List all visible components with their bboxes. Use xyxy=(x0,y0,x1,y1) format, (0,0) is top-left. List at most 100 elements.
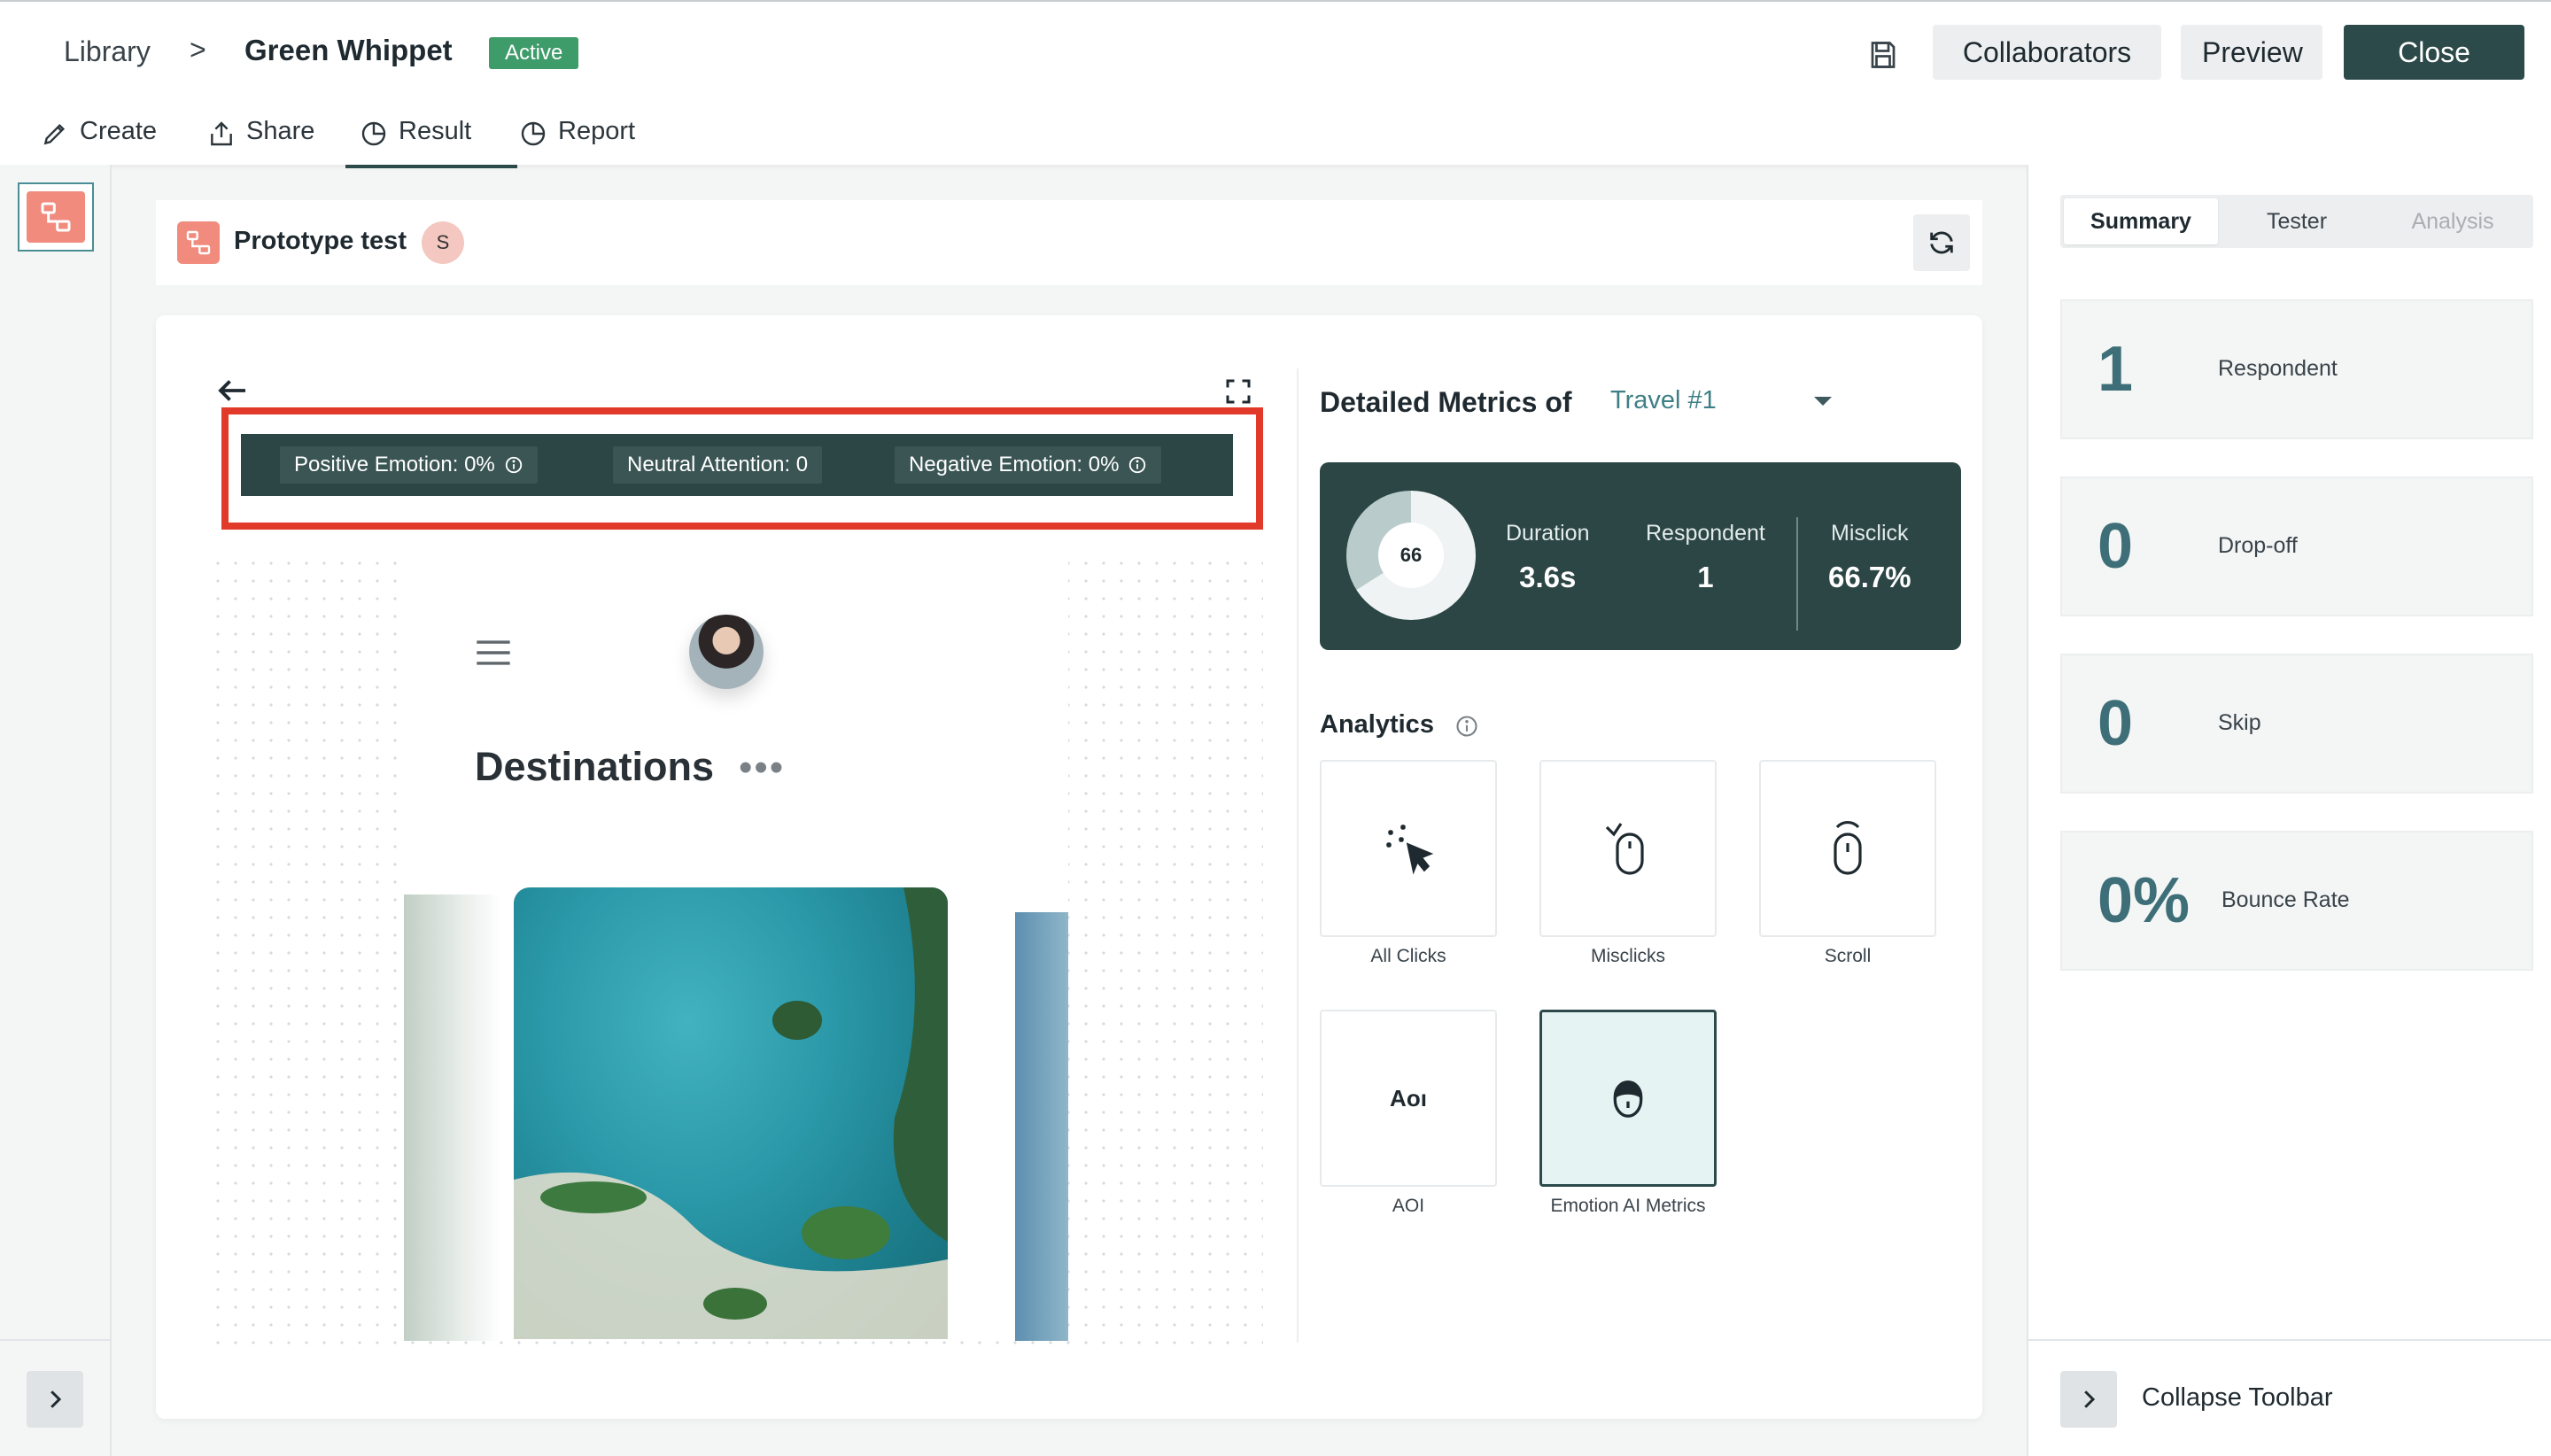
respondent-stat-card: 1 Respondent xyxy=(2060,299,2533,439)
bounce-rate-label: Bounce Rate xyxy=(2221,887,2350,912)
tab-create[interactable]: Create xyxy=(41,117,157,167)
hamburger-menu-icon xyxy=(477,640,510,665)
respondent-label: Respondent xyxy=(1646,521,1765,546)
info-icon[interactable] xyxy=(1128,455,1147,475)
aoi-icon: Aoı xyxy=(1390,1084,1427,1111)
emotion-ai-tile[interactable] xyxy=(1539,1010,1717,1187)
skip-stat-label: Skip xyxy=(2218,710,2261,735)
negative-emotion-chip: Negative Emotion: 0% xyxy=(895,446,1162,484)
collaborators-button[interactable]: Collaborators xyxy=(1933,25,2161,80)
duration-value: 3.6s xyxy=(1519,561,1577,593)
aoi-tile[interactable]: Aoı xyxy=(1320,1010,1497,1187)
negative-emotion-label: Negative Emotion: 0% xyxy=(909,453,1120,476)
left-rail xyxy=(0,165,112,1456)
neutral-attention-chip: Neutral Attention: 0 xyxy=(613,446,823,484)
photo-card-left xyxy=(404,895,501,1341)
prototype-thumbnail[interactable] xyxy=(18,182,94,252)
misclicks-icon xyxy=(1605,823,1644,875)
all-clicks-tile[interactable] xyxy=(1320,760,1497,937)
report-pie-icon xyxy=(521,121,546,146)
breadcrumb-separator: > xyxy=(190,34,206,66)
collapse-toolbar-button[interactable] xyxy=(2060,1371,2117,1428)
tab-report[interactable]: Report xyxy=(519,117,635,167)
preview-button[interactable]: Preview xyxy=(2181,25,2322,80)
top-header: Library > Green Whippet Active Collabora… xyxy=(0,0,2551,168)
info-icon[interactable] xyxy=(1454,714,1479,739)
info-icon[interactable] xyxy=(504,455,523,475)
emotion-ai-label: Emotion AI Metrics xyxy=(1550,1196,1706,1216)
all-clicks-icon xyxy=(1385,824,1434,875)
panel-divider xyxy=(1297,368,1299,1343)
bounce-rate-stat-card: 0% Bounce Rate xyxy=(2060,831,2533,971)
sidebar-divider xyxy=(2028,1339,2551,1341)
dropoff-stat-card: 0 Drop-off xyxy=(2060,476,2533,616)
refresh-button[interactable] xyxy=(1913,214,1970,271)
rail-divider xyxy=(0,1339,112,1341)
photo-card-right xyxy=(1015,912,1068,1341)
save-icon[interactable] xyxy=(1867,39,1899,71)
prototype-icon xyxy=(177,221,220,264)
summary-sidebar: Summary Tester Analysis 1 Respondent 0 D… xyxy=(2027,165,2551,1456)
sidebar-tabs: Summary Tester Analysis xyxy=(2060,195,2533,248)
respondent-metric: Respondent 1 xyxy=(1646,521,1765,594)
respondent-value: 1 xyxy=(1697,561,1714,593)
tab-tester[interactable]: Tester xyxy=(2221,198,2372,244)
scroll-icon xyxy=(1834,821,1862,875)
breadcrumb-library[interactable]: Library xyxy=(64,35,151,68)
skip-stat-card: 0 Skip xyxy=(2060,654,2533,794)
close-button[interactable]: Close xyxy=(2344,25,2524,80)
misclick-metric: Misclick 66.7% xyxy=(1828,521,1911,594)
expand-rail-button[interactable] xyxy=(27,1371,83,1428)
chevron-right-icon xyxy=(50,1390,62,1408)
misclick-value: 66.7% xyxy=(1828,561,1911,593)
emotion-metrics-bar: Positive Emotion: 0% Neutral Attention: … xyxy=(241,434,1233,496)
tab-share-label: Share xyxy=(246,117,315,145)
more-dots-icon: ••• xyxy=(739,746,786,789)
active-tab-underline xyxy=(345,165,517,168)
misclicks-label: Misclicks xyxy=(1591,946,1665,966)
owner-avatar: S xyxy=(422,221,464,264)
misclicks-tile[interactable] xyxy=(1539,760,1717,937)
collapse-toolbar-label[interactable]: Collapse Toolbar xyxy=(2142,1383,2333,1413)
scroll-label: Scroll xyxy=(1824,946,1872,966)
all-clicks-label: All Clicks xyxy=(1370,946,1446,966)
project-name: Green Whippet xyxy=(244,34,453,66)
metric-separator xyxy=(1796,517,1798,631)
fullscreen-icon[interactable] xyxy=(1222,376,1254,407)
tab-result-label: Result xyxy=(399,117,472,145)
caret-down-icon[interactable] xyxy=(1814,397,1832,406)
pencil-icon xyxy=(43,123,66,145)
prototype-title: Prototype test xyxy=(234,227,407,255)
tab-summary[interactable]: Summary xyxy=(2064,198,2218,244)
status-badge: Active xyxy=(489,37,579,69)
donut-value: 66 xyxy=(1378,523,1444,588)
scroll-tile[interactable] xyxy=(1759,760,1936,937)
analytics-title: Analytics xyxy=(1320,710,1434,739)
duration-metric: Duration 3.6s xyxy=(1506,521,1590,594)
duration-label: Duration xyxy=(1506,521,1590,546)
tab-result[interactable]: Result xyxy=(360,117,471,167)
destinations-heading: Destinations xyxy=(475,744,715,789)
skip-count: 0 xyxy=(2097,688,2134,759)
flow-icon xyxy=(41,202,71,232)
screen-select[interactable]: Travel #1 xyxy=(1610,386,1717,415)
respondent-stat-label: Respondent xyxy=(2218,356,2338,381)
flow-icon xyxy=(186,230,211,255)
tab-create-label: Create xyxy=(80,117,158,145)
share-icon xyxy=(211,121,232,146)
tab-analysis[interactable]: Analysis xyxy=(2376,198,2530,244)
back-arrow-icon[interactable] xyxy=(214,372,252,409)
pie-chart-icon xyxy=(361,121,386,146)
refresh-icon xyxy=(1930,231,1953,254)
emotion-icon xyxy=(1613,1080,1643,1118)
chevron-right-icon xyxy=(2084,1390,2096,1408)
dropoff-stat-label: Drop-off xyxy=(2218,533,2298,558)
bounce-rate-value: 0% xyxy=(2097,865,2190,936)
donut-chart: 66 xyxy=(1346,491,1476,620)
prototype-screen: Destinations ••• xyxy=(404,558,1068,1341)
positive-emotion-label: Positive Emotion: 0% xyxy=(294,453,495,476)
dropoff-count: 0 xyxy=(2097,511,2134,582)
results-card: Positive Emotion: 0% Neutral Attention: … xyxy=(156,315,1982,1419)
tab-share[interactable]: Share xyxy=(207,117,314,167)
aoi-label: AOI xyxy=(1392,1196,1425,1216)
